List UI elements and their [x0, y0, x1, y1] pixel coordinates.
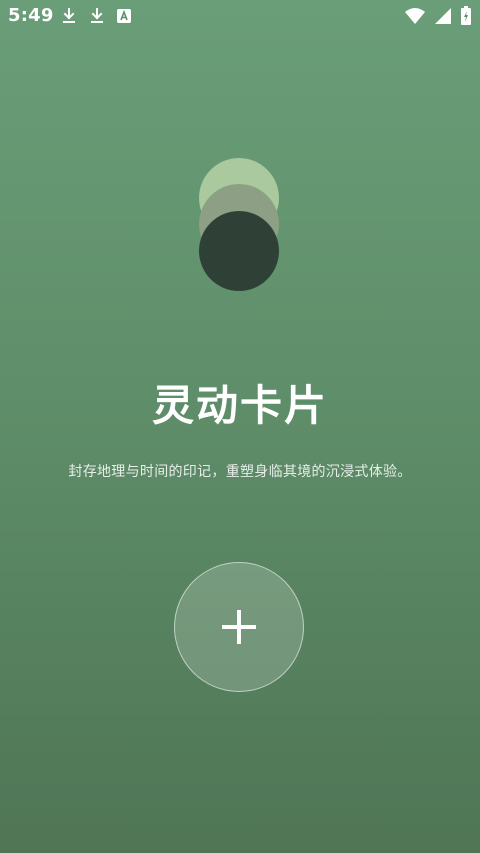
status-system-icons	[404, 6, 472, 26]
status-time: 5:49	[8, 5, 54, 26]
signal-icon	[434, 7, 452, 25]
add-card-button[interactable]	[174, 562, 304, 692]
wifi-icon	[404, 7, 426, 25]
battery-charging-icon	[460, 6, 472, 26]
plus-icon	[221, 609, 257, 645]
app-logo	[199, 158, 281, 292]
logo-circle-dark	[199, 211, 279, 291]
download-icon	[88, 7, 106, 25]
status-notifications	[60, 7, 132, 25]
status-bar: 5:49	[0, 0, 480, 32]
download-icon	[60, 7, 78, 25]
page-subtitle: 封存地理与时间的印记，重塑身临其境的沉浸式体验。	[68, 464, 412, 480]
page-title: 灵动卡片	[151, 381, 328, 430]
font-icon	[116, 8, 132, 24]
